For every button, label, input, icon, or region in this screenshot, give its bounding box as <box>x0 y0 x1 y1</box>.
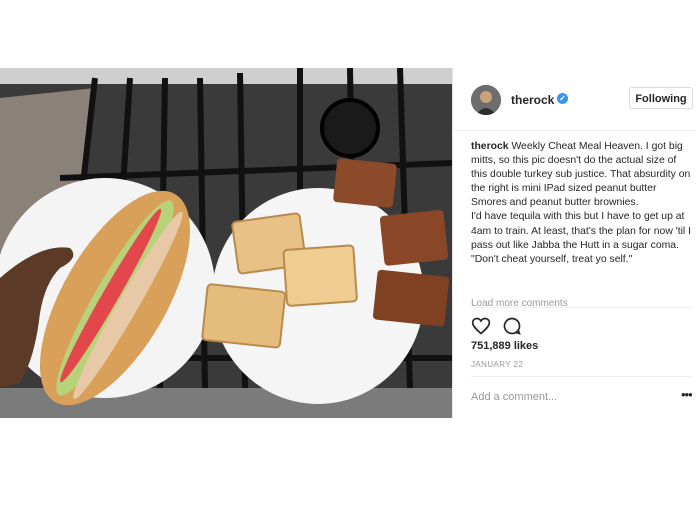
avatar[interactable] <box>471 85 501 115</box>
avatar-image <box>471 85 501 115</box>
caption-username[interactable]: therock <box>471 141 509 152</box>
add-comment-input[interactable]: Add a comment... <box>471 391 557 403</box>
caption-text-2: I'd have tequila with this but I have to… <box>471 211 691 265</box>
like-count[interactable]: 751,889 likes <box>471 340 538 352</box>
caption: therock Weekly Cheat Meal Heaven. I got … <box>471 140 693 306</box>
heart-icon[interactable] <box>471 316 491 336</box>
divider <box>471 376 692 377</box>
comment-icon[interactable] <box>502 316 522 336</box>
following-button[interactable]: Following <box>629 87 693 109</box>
post-side-panel: therock ✓ Following therock Weekly Cheat… <box>452 68 696 418</box>
username[interactable]: therock <box>511 93 554 107</box>
divider <box>471 307 692 308</box>
post-photo[interactable] <box>0 68 452 418</box>
load-more-comments-link[interactable]: Load more comments <box>471 298 568 307</box>
instagram-post: therock ✓ Following therock Weekly Cheat… <box>0 68 696 418</box>
verified-badge-icon: ✓ <box>557 93 568 104</box>
food-photo-illustration <box>0 68 452 418</box>
post-date: JANUARY 22 <box>471 360 524 369</box>
post-header: therock ✓ Following <box>453 68 696 131</box>
more-options-icon[interactable]: ••• <box>681 387 693 402</box>
